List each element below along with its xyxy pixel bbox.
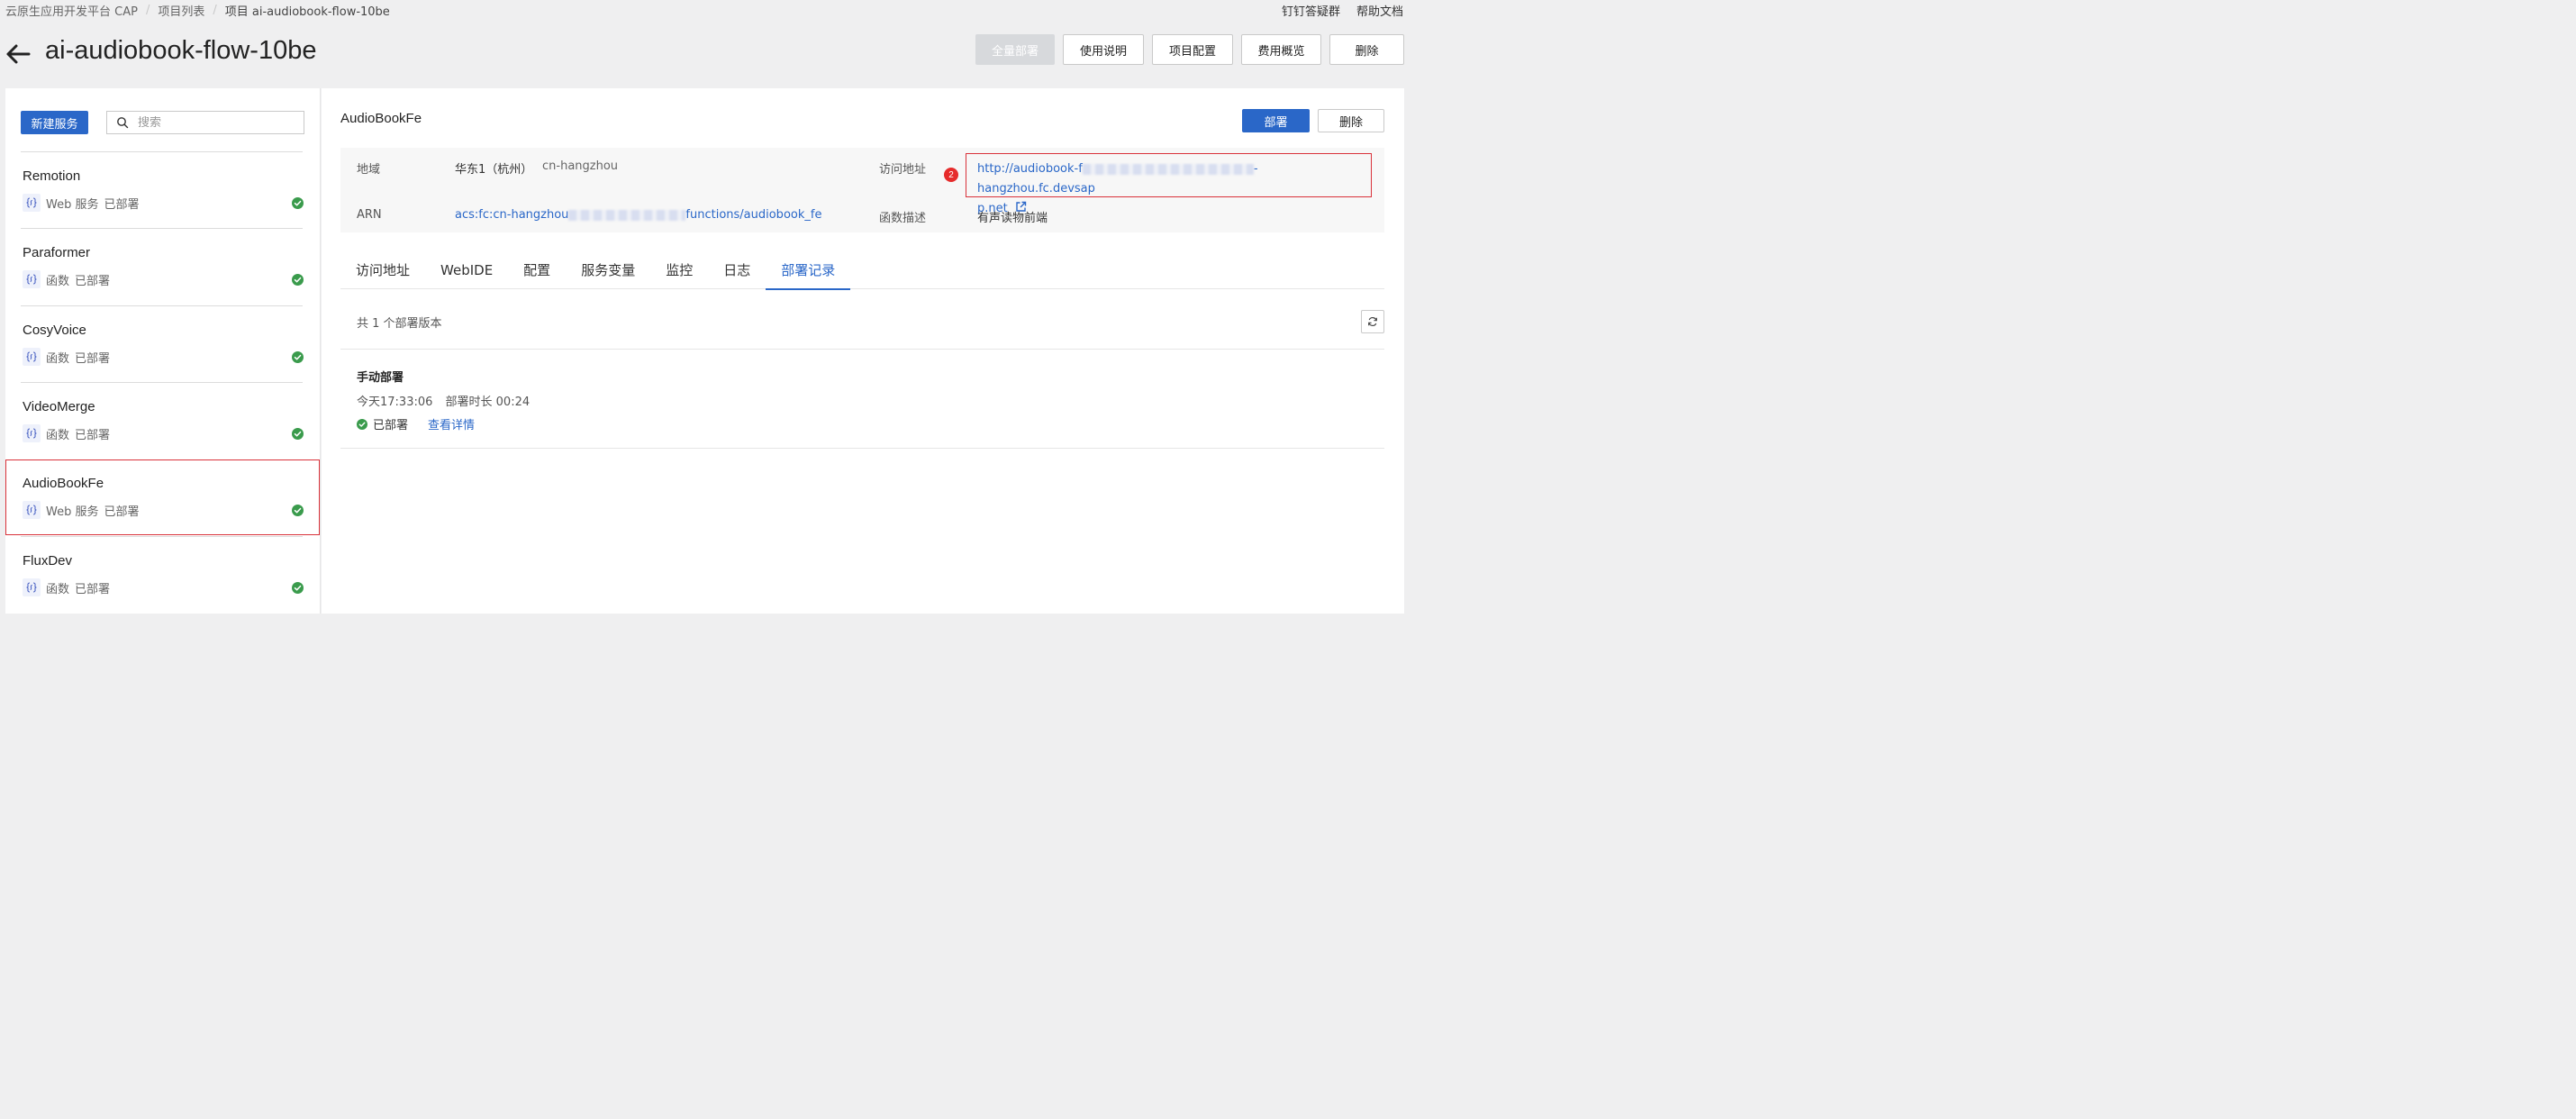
record-title: 手动部署 <box>357 371 404 385</box>
divider <box>340 349 1384 350</box>
tab-logs[interactable]: 日志 <box>708 250 766 289</box>
service-status: 已部署 <box>75 428 111 442</box>
service-meta: Web 服务 已部署 <box>23 194 140 212</box>
service-type: 函数 <box>46 582 70 596</box>
delete-service-button[interactable]: 删除 <box>1318 109 1384 132</box>
service-item-remotion[interactable]: Remotion Web 服务 已部署 <box>21 151 304 228</box>
refresh-button[interactable] <box>1361 310 1384 333</box>
usage-guide-button[interactable]: 使用说明 <box>1063 34 1144 65</box>
region-code: cn-hangzhou <box>542 159 619 173</box>
description-value: 有声读物前端 <box>977 212 1048 225</box>
service-status: 已部署 <box>75 351 111 366</box>
service-type: 函数 <box>46 274 70 288</box>
service-info-box: 地域 华东1（杭州） cn-hangzhou 访问地址 2 http://aud… <box>340 148 1384 232</box>
deploy-version-count: 共 1 个部署版本 <box>357 317 442 331</box>
service-item-cosyvoice[interactable]: CosyVoice 函数 已部署 <box>21 305 304 382</box>
access-url-start: http://audiobook-f <box>977 162 1083 176</box>
function-icon <box>23 424 41 442</box>
redacted-segment <box>568 209 686 221</box>
service-status: 已部署 <box>75 274 111 288</box>
search-box[interactable] <box>106 111 304 134</box>
detail-tabs: 访问地址 WebIDE 配置 服务变量 监控 日志 部署记录 <box>340 250 1384 290</box>
breadcrumb-separator: / <box>213 3 217 17</box>
success-check-icon <box>292 428 304 440</box>
service-meta: 函数 已部署 <box>23 270 110 288</box>
service-item-paraformer[interactable]: Paraformer 函数 已部署 <box>21 228 304 305</box>
back-arrow-icon[interactable] <box>5 41 31 67</box>
delete-project-button[interactable]: 删除 <box>1329 34 1404 65</box>
function-icon <box>23 578 41 596</box>
breadcrumb-separator: / <box>145 3 150 17</box>
project-config-button[interactable]: 项目配置 <box>1152 34 1233 65</box>
record-status: 已部署 <box>373 419 409 432</box>
service-detail-panel: AudioBookFe 部署 删除 地域 华东1（杭州） cn-hangzhou… <box>322 88 1404 614</box>
success-check-icon <box>292 197 304 209</box>
success-check-icon <box>292 582 304 594</box>
description-label: 函数描述 <box>879 212 927 225</box>
arn-value[interactable]: acs:fc:cn-hangzhou functions/audiobook_fe <box>455 208 821 222</box>
record-time: 今天17:33:06 部署时长 00:24 <box>357 392 530 409</box>
dingtalk-link[interactable]: 钉钉答疑群 <box>1282 2 1340 19</box>
service-name: VideoMerge <box>23 399 95 414</box>
record-timestamp: 今天17:33:06 <box>357 396 433 409</box>
region-label: 地域 <box>357 163 381 177</box>
breadcrumb-item-project-list[interactable]: 项目列表 <box>158 2 204 19</box>
success-check-icon <box>292 351 304 363</box>
function-icon <box>23 348 41 366</box>
tab-monitor[interactable]: 监控 <box>650 250 708 289</box>
cost-overview-button[interactable]: 费用概览 <box>1241 34 1321 65</box>
service-meta: 函数 已部署 <box>23 578 110 596</box>
record-status-row: 已部署 查看详情 <box>357 415 475 432</box>
service-meta: 函数 已部署 <box>23 424 110 442</box>
redacted-segment <box>1082 163 1254 175</box>
service-type: 函数 <box>46 351 70 366</box>
help-docs-link[interactable]: 帮助文档 <box>1356 2 1403 19</box>
breadcrumb-item-current: 项目 ai-audiobook-flow-10be <box>224 5 390 19</box>
service-status: 已部署 <box>104 197 140 212</box>
tab-deploy-records[interactable]: 部署记录 <box>766 250 851 290</box>
breadcrumb: 云原生应用开发平台 CAP / 项目列表 / 项目 ai-audiobook-f… <box>5 2 390 19</box>
service-type: Web 服务 <box>46 197 99 212</box>
tab-webide[interactable]: WebIDE <box>425 250 508 289</box>
region-value: 华东1（杭州） <box>455 163 533 177</box>
arn-start: acs:fc:cn-hangzhou <box>455 208 569 222</box>
refresh-icon <box>1368 316 1377 327</box>
deploy-button[interactable]: 部署 <box>1242 109 1310 132</box>
search-input[interactable] <box>138 115 291 130</box>
service-name: FluxDev <box>23 553 73 569</box>
service-name: CosyVoice <box>23 323 86 338</box>
selected-highlight-box <box>5 459 320 535</box>
tab-config[interactable]: 配置 <box>508 250 566 289</box>
service-item-videomerge[interactable]: VideoMerge 函数 已部署 <box>21 382 304 459</box>
page-title: ai-audiobook-flow-10be <box>45 36 317 65</box>
annotation-badge-2: 2 <box>944 168 958 182</box>
service-item-fluxdev[interactable]: FluxDev 函数 已部署 <box>21 536 304 613</box>
service-title: AudioBookFe <box>340 111 422 126</box>
service-sidebar: 新建服务 Remotion Web 服务 已部署 Paraformer 函数 已… <box>5 88 321 614</box>
function-icon <box>23 194 41 212</box>
service-meta: 函数 已部署 <box>23 348 110 366</box>
tab-access-url[interactable]: 访问地址 <box>340 250 425 289</box>
function-icon <box>23 270 41 288</box>
service-name: Paraformer <box>23 245 91 260</box>
arn-label: ARN <box>357 208 382 222</box>
deploy-all-button[interactable]: 全量部署 <box>975 34 1055 65</box>
tab-env-vars[interactable]: 服务变量 <box>566 250 650 289</box>
breadcrumb-item-platform[interactable]: 云原生应用开发平台 CAP <box>5 2 138 19</box>
top-links: 钉钉答疑群 帮助文档 <box>1282 2 1403 19</box>
new-service-button[interactable]: 新建服务 <box>21 111 88 134</box>
success-check-icon <box>292 274 304 286</box>
arn-end: functions/audiobook_fe <box>685 208 822 222</box>
divider <box>340 448 1384 449</box>
service-name: Remotion <box>23 168 81 184</box>
search-icon <box>117 117 129 129</box>
access-url-label: 访问地址 <box>879 163 927 177</box>
record-duration: 部署时长 00:24 <box>445 396 531 409</box>
service-status: 已部署 <box>75 582 111 596</box>
success-check-icon <box>357 418 367 430</box>
view-details-link[interactable]: 查看详情 <box>428 415 475 432</box>
service-type: 函数 <box>46 428 70 442</box>
